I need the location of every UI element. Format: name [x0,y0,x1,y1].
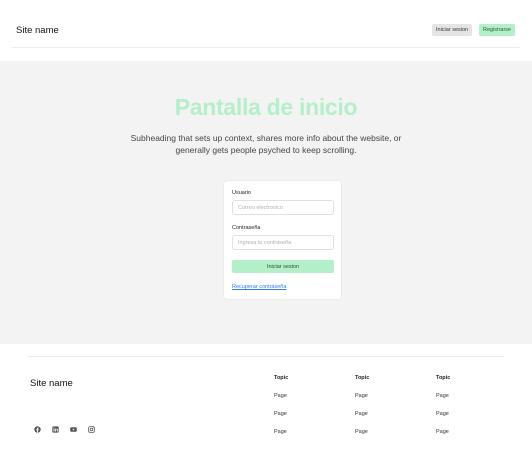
footer-page-link[interactable]: Page [274,411,288,429]
footer-page-link[interactable]: Page [274,429,288,447]
footer-page-link[interactable]: Page [355,393,369,411]
hero-section: Pantalla de inicio Subheading that sets … [0,61,532,344]
site-header: Site name Iniciar sesion Registrarse [0,0,532,61]
footer-column-3: Topic Page Page Page [436,375,450,447]
footer-column-1: Topic Page Page Page [274,375,288,447]
linkedin-icon[interactable] [51,425,59,433]
footer-site-name[interactable]: Site name [30,378,73,389]
footer-column-2: Topic Page Page Page [355,375,369,447]
hero-title: Pantalla de inicio [174,94,358,120]
facebook-icon[interactable] [33,425,41,433]
footer-page-link[interactable]: Page [436,393,450,411]
password-label: Contraseña [232,225,261,231]
email-field[interactable] [232,200,334,215]
instagram-icon[interactable] [87,425,95,433]
footer-page-link[interactable]: Page [355,429,369,447]
header-register-button[interactable]: Registrarse [479,24,516,36]
header-divider [12,47,520,48]
header-login-button[interactable]: Iniciar sesion [432,24,473,36]
site-footer: Site name Topic Page Page Page Topic Pag… [0,344,532,453]
youtube-icon[interactable] [69,425,77,433]
footer-topic: Topic [355,375,370,381]
footer-topic: Topic [274,375,289,381]
footer-page-link[interactable]: Page [436,429,450,447]
hero-subtitle: Subheading that sets up context, shares … [130,133,402,155]
footer-page-link[interactable]: Page [355,411,369,429]
user-label: Usuario [232,190,251,196]
footer-topic: Topic [436,375,451,381]
login-submit-button[interactable]: Iniciar sesion [232,260,334,273]
footer-divider [28,356,504,357]
header-site-name[interactable]: Site name [16,25,59,36]
login-card: Usuario Contraseña Iniciar sesion Recupe… [223,180,342,300]
password-field[interactable] [232,235,334,250]
footer-page-link[interactable]: Page [436,411,450,429]
footer-page-link[interactable]: Page [274,393,288,411]
forgot-password-link[interactable]: Recuperar contraseña [232,284,286,290]
